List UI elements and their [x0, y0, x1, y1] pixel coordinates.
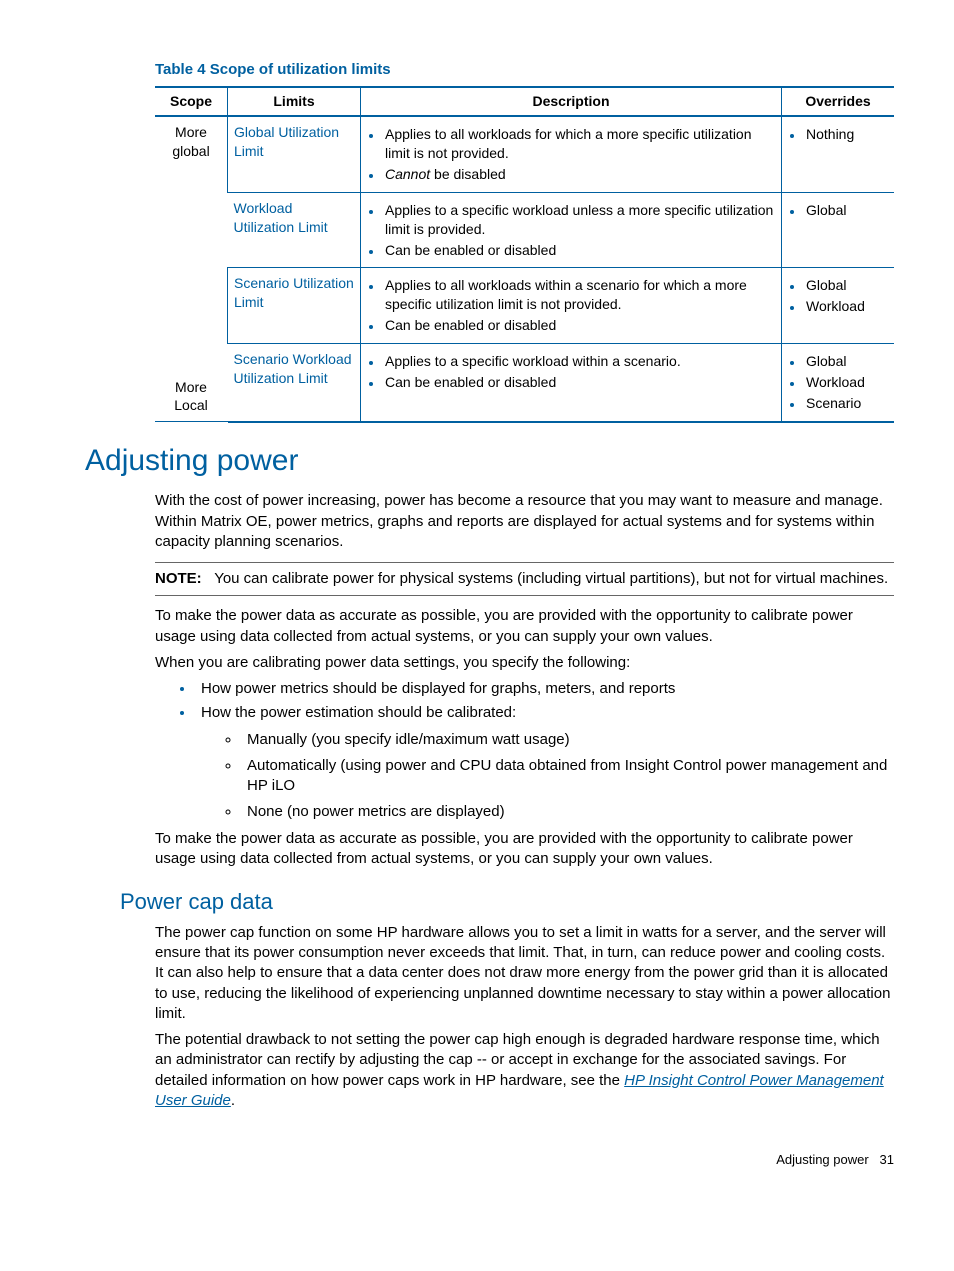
- heading-power-cap-data: Power cap data: [120, 887, 894, 917]
- override-item: Workload: [804, 373, 888, 392]
- limit-cell: Scenario Workload Utilization Limit: [228, 344, 361, 422]
- desc-cell: Applies to a specific workload within a …: [361, 344, 782, 422]
- list-item: How power metrics should be displayed fo…: [195, 679, 894, 699]
- settings-list: How power metrics should be displayed fo…: [155, 679, 894, 823]
- table-row: Scenario Workload Utilization Limit Appl…: [155, 344, 894, 422]
- footer-section: Adjusting power: [776, 1152, 869, 1167]
- calibration-options-list: Manually (you specify idle/maximum watt …: [201, 730, 894, 823]
- body-paragraph: To make the power data as accurate as po…: [155, 829, 894, 870]
- scope-cell: More Local: [155, 268, 228, 422]
- th-description: Description: [361, 87, 782, 116]
- limit-cell: Workload Utilization Limit: [228, 192, 361, 268]
- limit-link[interactable]: Scenario Workload Utilization Limit: [234, 351, 352, 386]
- body-paragraph: When you are calibrating power data sett…: [155, 653, 894, 673]
- desc-item: Applies to a specific workload unless a …: [383, 201, 775, 239]
- utilization-limits-table: Scope Limits Description Overrides More …: [155, 86, 894, 423]
- heading-adjusting-power: Adjusting power: [85, 441, 894, 482]
- limit-cell: Global Utilization Limit: [228, 116, 361, 192]
- limit-link[interactable]: Scenario Utilization Limit: [234, 275, 354, 310]
- list-item: How the power estimation should be calib…: [195, 703, 894, 822]
- body-paragraph: The power cap function on some HP hardwa…: [155, 923, 894, 1024]
- override-item: Global: [804, 276, 888, 295]
- override-item: Workload: [804, 297, 888, 316]
- override-item: Global: [804, 201, 888, 220]
- desc-item: Applies to all workloads within a scenar…: [383, 276, 775, 314]
- list-item: None (no power metrics are displayed): [241, 802, 894, 822]
- desc-item: Applies to all workloads for which a mor…: [383, 125, 775, 163]
- scope-cell: More global: [155, 116, 228, 268]
- th-scope: Scope: [155, 87, 228, 116]
- table-caption: Table 4 Scope of utilization limits: [155, 60, 894, 80]
- desc-cell: Applies to a specific workload unless a …: [361, 192, 782, 268]
- overrides-cell: Global: [782, 192, 895, 268]
- table-row: More global Global Utilization Limit App…: [155, 116, 894, 192]
- list-item: Manually (you specify idle/maximum watt …: [241, 730, 894, 750]
- limit-link[interactable]: Global Utilization Limit: [234, 124, 339, 159]
- page-footer: Adjusting power 31: [60, 1151, 894, 1169]
- override-item: Global: [804, 352, 888, 371]
- overrides-cell: Nothing: [782, 116, 895, 192]
- th-overrides: Overrides: [782, 87, 895, 116]
- desc-item: Can be enabled or disabled: [383, 316, 775, 335]
- desc-item: Can be enabled or disabled: [383, 241, 775, 260]
- overrides-cell: Global Workload: [782, 268, 895, 344]
- overrides-cell: Global Workload Scenario: [782, 344, 895, 422]
- body-paragraph: To make the power data as accurate as po…: [155, 606, 894, 647]
- table-row: Workload Utilization Limit Applies to a …: [155, 192, 894, 268]
- override-item: Scenario: [804, 394, 888, 413]
- desc-item: Cannot be disabled: [383, 165, 775, 184]
- desc-item: Applies to a specific workload within a …: [383, 352, 775, 371]
- override-item: Nothing: [804, 125, 888, 144]
- desc-cell: Applies to all workloads within a scenar…: [361, 268, 782, 344]
- limit-link[interactable]: Workload Utilization Limit: [234, 200, 328, 235]
- note-text: You can calibrate power for physical sys…: [214, 570, 888, 587]
- th-limits: Limits: [228, 87, 361, 116]
- body-paragraph: The potential drawback to not setting th…: [155, 1030, 894, 1111]
- note-box: NOTE: You can calibrate power for physic…: [155, 562, 894, 596]
- note-label: NOTE:: [155, 570, 202, 587]
- footer-page-number: 31: [880, 1152, 894, 1167]
- intro-paragraph: With the cost of power increasing, power…: [155, 491, 894, 552]
- list-item: Automatically (using power and CPU data …: [241, 756, 894, 797]
- desc-cell: Applies to all workloads for which a mor…: [361, 116, 782, 192]
- desc-item: Can be enabled or disabled: [383, 373, 775, 392]
- limit-cell: Scenario Utilization Limit: [228, 268, 361, 344]
- table-row: More Local Scenario Utilization Limit Ap…: [155, 268, 894, 344]
